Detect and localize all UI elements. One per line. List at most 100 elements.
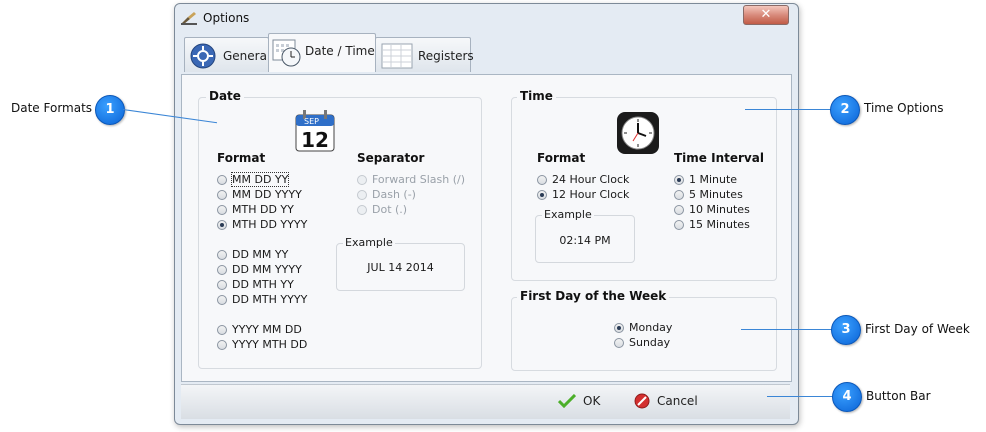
radio-dot-icon: [217, 324, 227, 335]
cancel-button-label: Cancel: [657, 394, 698, 408]
time-interval-radio-2[interactable]: 10 Minutes: [674, 202, 750, 217]
date-format-radio-5[interactable]: DD MM YYYY: [217, 262, 302, 277]
callout-line-3: [741, 329, 832, 330]
time-format-header: Format: [537, 151, 586, 165]
time-group-legend: Time: [517, 89, 556, 103]
time-format-radio-label: 12 Hour Clock: [552, 188, 630, 201]
radio-dot-icon: [357, 204, 367, 215]
radio-dot-icon: [217, 219, 227, 230]
ok-button-label: OK: [583, 394, 601, 408]
radio-dot-icon: [217, 279, 227, 290]
radio-dot-icon: [217, 264, 227, 275]
gear-icon: [190, 43, 216, 69]
options-dialog: Options ✕ General Date / Time Registers …: [174, 3, 799, 425]
calendar-clock-icon: [272, 39, 301, 67]
time-interval-radio-label: 5 Minutes: [689, 188, 743, 201]
clock-icon: [617, 112, 659, 154]
callout-line-4: [767, 396, 833, 397]
date-group-legend: Date: [206, 89, 244, 103]
radio-dot-icon: [357, 174, 367, 185]
date-format-radio-8[interactable]: YYYY MM DD: [217, 322, 302, 337]
time-example-box: Example 02:14 PM: [535, 208, 635, 263]
time-interval-radio-1[interactable]: 5 Minutes: [674, 187, 743, 202]
date-format-radio-9[interactable]: YYYY MTH DD: [217, 337, 307, 352]
time-interval-radio-label: 15 Minutes: [689, 218, 750, 231]
title-bar[interactable]: Options ✕: [175, 4, 798, 31]
radio-dot-icon: [674, 219, 684, 230]
callout-badge-3: 3: [831, 315, 861, 345]
tab-general[interactable]: General: [184, 37, 270, 72]
radio-dot-icon: [614, 322, 624, 333]
callout-badge-4: 4: [832, 382, 862, 412]
radio-dot-icon: [217, 174, 227, 185]
date-example-title: Example: [343, 236, 395, 249]
date-format-radio-7[interactable]: DD MTH YYYY: [217, 292, 307, 307]
separator-radio-label: Dash (-): [372, 188, 416, 201]
first-day-legend: First Day of the Week: [517, 289, 670, 303]
date-format-radio-4[interactable]: DD MM YY: [217, 247, 288, 262]
time-interval-radio-3[interactable]: 15 Minutes: [674, 217, 750, 232]
first-day-radio-0[interactable]: Monday: [614, 320, 672, 335]
time-interval-header: Time Interval: [674, 151, 764, 165]
calendar-day: 12: [301, 128, 329, 152]
date-example-box: Example JUL 14 2014: [336, 236, 465, 291]
date-format-radio-2[interactable]: MTH DD YY: [217, 202, 294, 217]
ledger-icon: [381, 43, 413, 69]
calendar-month: SEP: [304, 117, 319, 126]
button-bar: OK Cancel: [181, 384, 790, 419]
separator-radio-label: Forward Slash (/): [372, 173, 466, 186]
first-day-radio-label: Sunday: [629, 336, 671, 349]
radio-dot-icon: [674, 204, 684, 215]
radio-dot-icon: [674, 174, 684, 185]
cancel-button[interactable]: Cancel: [634, 390, 698, 412]
date-format-radio-label: DD MM YY: [232, 248, 289, 261]
time-example-value: 02:14 PM: [559, 234, 611, 247]
close-button[interactable]: ✕: [743, 5, 789, 25]
callout-line-2: [745, 109, 831, 110]
window-title: Options: [203, 11, 250, 25]
tab-date-time-label: Date / Time: [305, 44, 375, 58]
separator-radio-0: Forward Slash (/): [357, 172, 465, 187]
time-example-title: Example: [542, 208, 594, 221]
time-format-radio-label: 24 Hour Clock: [552, 173, 630, 186]
ok-button[interactable]: OK: [558, 390, 600, 412]
date-format-radio-1[interactable]: MM DD YYYY: [217, 187, 302, 202]
radio-dot-icon: [537, 189, 547, 200]
date-format-radio-0[interactable]: MM DD YY: [217, 172, 290, 187]
radio-dot-icon: [217, 339, 227, 350]
first-day-radio-label: Monday: [629, 321, 673, 334]
callout-badge-2: 2: [830, 95, 860, 125]
time-interval-radio-0[interactable]: 1 Minute: [674, 172, 737, 187]
tab-date-time[interactable]: Date / Time: [268, 33, 376, 72]
radio-dot-icon: [217, 189, 227, 200]
date-format-radio-3[interactable]: MTH DD YYYY: [217, 217, 307, 232]
date-format-radio-label: DD MTH YYYY: [232, 293, 308, 306]
cancel-icon: [634, 393, 650, 409]
radio-dot-icon: [537, 174, 547, 185]
date-format-radio-label: YYYY MTH DD: [232, 338, 308, 351]
app-icon: [181, 12, 197, 25]
radio-dot-icon: [217, 249, 227, 260]
date-format-radio-label: YYYY MM DD: [232, 323, 302, 336]
radio-dot-icon: [217, 294, 227, 305]
date-format-radio-label: MTH DD YYYY: [232, 218, 308, 231]
separator-radio-2: Dot (.): [357, 202, 407, 217]
separator-header: Separator: [357, 151, 425, 165]
tab-registers[interactable]: Registers: [375, 37, 474, 72]
separator-radio-1: Dash (-): [357, 187, 416, 202]
callout-label-date-formats: Date Formats: [11, 101, 93, 115]
first-day-radio-1[interactable]: Sunday: [614, 335, 670, 350]
time-format-radio-0[interactable]: 24 Hour Clock: [537, 172, 629, 187]
radio-dot-icon: [357, 189, 367, 200]
date-format-radio-label: MTH DD YY: [232, 203, 294, 216]
tab-registers-label: Registers: [418, 49, 474, 63]
radio-dot-icon: [614, 337, 624, 348]
date-format-radio-label: MM DD YYYY: [232, 188, 302, 201]
date-format-radio-label: DD MM YYYY: [232, 263, 302, 276]
callout-label-time-options: Time Options: [864, 101, 944, 115]
calendar-icon: SEP 12: [295, 110, 335, 152]
radio-dot-icon: [674, 189, 684, 200]
date-format-radio-6[interactable]: DD MTH YY: [217, 277, 294, 292]
date-format-radio-label: DD MTH YY: [232, 278, 294, 291]
time-format-radio-1[interactable]: 12 Hour Clock: [537, 187, 629, 202]
